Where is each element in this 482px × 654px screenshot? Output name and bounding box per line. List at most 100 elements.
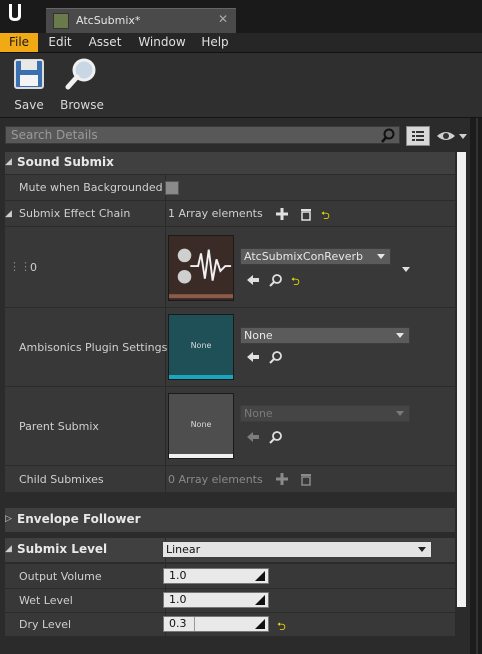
wet-level-input[interactable]: 1.0 [163, 592, 269, 608]
thumbnail-label: None [190, 420, 212, 429]
reset-icon[interactable]: ⮌ [291, 273, 300, 292]
browse-label: Browse [60, 98, 104, 112]
title-bar: AtcSubmix* ✕ [0, 0, 482, 33]
submix-level-value: Linear [166, 543, 201, 556]
property-row-wet-level: Wet Level 1.0 [5, 589, 455, 612]
chevron-down-icon [418, 547, 426, 552]
output-volume-label: Output Volume [19, 570, 102, 583]
panel-divider [476, 118, 478, 654]
reverb-thumbnail[interactable] [168, 235, 234, 301]
reset-icon[interactable]: ⮌ [277, 618, 286, 637]
ambisonics-dropdown[interactable]: None [240, 327, 410, 344]
chevron-down-icon[interactable] [399, 262, 413, 276]
menu-asset[interactable]: Asset [83, 33, 127, 52]
add-icon[interactable] [275, 207, 289, 221]
submix-level-dropdown[interactable]: Linear [162, 541, 432, 558]
output-volume-input[interactable]: 1.0 [163, 568, 269, 584]
search-row: Search Details [0, 118, 470, 152]
effect-asset-value: AtcSubmixConReverb [244, 250, 363, 263]
property-row-output-volume: Output Volume 1.0 [5, 564, 455, 588]
close-icon[interactable]: ✕ [218, 12, 228, 26]
menu-edit[interactable]: Edit [42, 33, 78, 52]
resize-grip-icon [255, 619, 265, 629]
browse-button[interactable]: Browse [58, 57, 106, 112]
parent-submix-value: None [244, 407, 273, 420]
asset-tab[interactable]: AtcSubmix* ✕ [46, 8, 236, 33]
category-label: Submix Level [17, 542, 108, 556]
wet-level-value: 1.0 [169, 593, 187, 606]
eye-icon [437, 132, 467, 140]
property-row-child-submixes: Child Submixes 0 Array elements [5, 466, 455, 492]
property-row-effect-element: ⋮⋮ 0 AtcSubmixConReverb ⮌ [5, 227, 455, 307]
child-submixes-count: 0 Array elements [168, 473, 263, 486]
category-envelope-follower[interactable]: ▷ Envelope Follower [5, 508, 455, 532]
use-selected-icon[interactable] [246, 430, 260, 444]
resize-grip-icon [255, 571, 265, 581]
mute-checkbox[interactable] [165, 181, 179, 195]
wet-level-label: Wet Level [19, 594, 73, 607]
toolbar: Save Browse [0, 53, 482, 117]
expand-arrow-icon: ◢ [5, 157, 12, 167]
category-label: Sound Submix [17, 155, 114, 169]
thumbnail-label: None [190, 341, 212, 350]
property-row-mute: Mute when Backgrounded [5, 175, 455, 200]
save-icon [14, 59, 44, 89]
drag-handle-icon[interactable]: ⋮⋮ [9, 260, 31, 273]
ambisonics-value: None [244, 329, 273, 342]
category-label: Envelope Follower [17, 512, 141, 526]
collapse-arrow-icon: ▷ [5, 514, 12, 524]
submix-asset-icon [53, 13, 69, 29]
use-selected-icon[interactable] [246, 273, 260, 287]
search-icon[interactable] [380, 128, 396, 144]
chevron-down-icon [377, 254, 385, 259]
expand-arrow-icon[interactable]: ◢ [5, 209, 12, 219]
tab-title: AtcSubmix* [76, 14, 141, 27]
property-row-ambisonics: Ambisonics Plugin Settings None None [5, 308, 455, 386]
parent-submix-label: Parent Submix [19, 420, 99, 433]
menu-help[interactable]: Help [196, 33, 234, 52]
menu-window[interactable]: Window [133, 33, 191, 52]
browse-asset-icon[interactable] [269, 430, 283, 444]
effect-chain-count: 1 Array elements [168, 207, 263, 220]
parent-submix-thumbnail[interactable]: None [168, 393, 234, 459]
effect-chain-label: Submix Effect Chain [19, 207, 131, 220]
resize-grip-icon [255, 595, 265, 605]
save-label: Save [14, 98, 44, 112]
ue-logo-icon [9, 4, 21, 21]
property-row-parent-submix: Parent Submix None None [5, 387, 455, 465]
menu-bar: File Edit Asset Window Help [0, 33, 482, 53]
property-row-dry-level: Dry Level 0.3 ⮌ [5, 613, 455, 636]
browse-icon [65, 58, 96, 90]
dry-level-input[interactable]: 0.3 [163, 616, 269, 632]
effect-asset-dropdown[interactable]: AtcSubmixConReverb [240, 248, 391, 265]
search-input[interactable]: Search Details [5, 126, 400, 144]
chevron-down-icon [396, 333, 404, 338]
scrollbar-thumb[interactable] [457, 152, 466, 607]
browse-asset-icon[interactable] [269, 350, 283, 364]
reset-icon[interactable]: ⮌ [321, 207, 330, 226]
parent-submix-dropdown[interactable]: None [240, 405, 410, 422]
trash-icon[interactable] [299, 472, 313, 486]
use-selected-icon[interactable] [246, 350, 260, 364]
dry-level-label: Dry Level [19, 618, 72, 631]
child-submixes-label: Child Submixes [19, 473, 104, 486]
save-button[interactable]: Save [8, 57, 50, 112]
grid-view-icon [412, 131, 424, 141]
category-sound-submix[interactable]: ◢ Sound Submix [5, 152, 455, 174]
ambisonics-label: Ambisonics Plugin Settings [19, 341, 168, 354]
output-volume-value: 1.0 [169, 569, 187, 582]
dry-level-value: 0.3 [169, 617, 187, 630]
property-row-effect-chain: ◢ Submix Effect Chain 1 Array elements ⮌ [5, 201, 455, 226]
property-matrix-button[interactable] [406, 126, 430, 146]
add-icon[interactable] [275, 472, 289, 486]
chevron-down-icon [396, 411, 404, 416]
expand-arrow-icon: ◢ [5, 544, 12, 554]
element-index: 0 [30, 261, 37, 274]
browse-asset-icon[interactable] [269, 273, 283, 287]
category-submix-level[interactable]: ◢ Submix Level Linear [5, 538, 455, 562]
asset-type-bar [169, 375, 233, 379]
menu-file[interactable]: File [0, 33, 38, 52]
ambisonics-thumbnail[interactable]: None [168, 314, 234, 380]
trash-icon[interactable] [299, 207, 313, 221]
view-options-button[interactable] [436, 129, 468, 143]
